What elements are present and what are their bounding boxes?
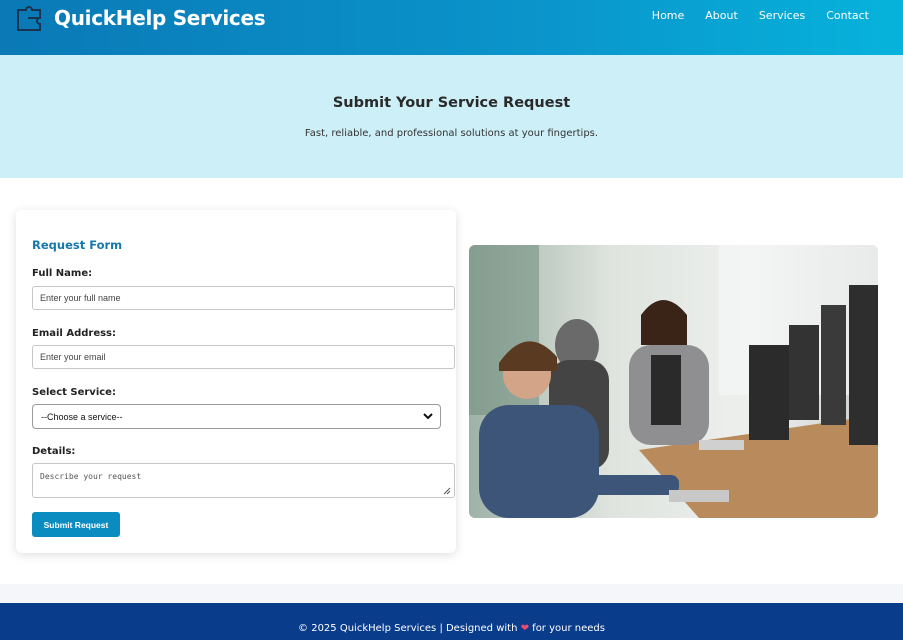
full-name-label: Full Name:	[32, 268, 93, 279]
details-label: Details:	[32, 446, 76, 457]
details-textarea[interactable]	[32, 463, 455, 498]
nav-contact[interactable]: Contact	[826, 9, 869, 22]
email-input[interactable]	[32, 345, 455, 369]
main-content: Request Form Full Name: Email Address: S…	[0, 178, 903, 584]
service-select-value: --Choose a service--	[41, 411, 123, 422]
service-select[interactable]: --Choose a service--	[32, 404, 441, 429]
puzzle-icon	[17, 6, 41, 31]
form-title: Request Form	[32, 238, 123, 252]
footer-text: © 2025 QuickHelp Services | Designed wit…	[0, 623, 903, 634]
hero-banner: Submit Your Service Request Fast, reliab…	[0, 55, 903, 178]
service-label: Select Service:	[32, 387, 116, 398]
nav-services[interactable]: Services	[759, 9, 805, 22]
brand[interactable]: QuickHelp Services	[16, 4, 266, 32]
resize-grip-icon[interactable]	[443, 487, 451, 495]
office-photo	[469, 245, 878, 518]
main-nav: Home About Services Contact	[631, 9, 869, 22]
heart-icon: ❤	[520, 623, 529, 634]
full-name-input[interactable]	[32, 286, 455, 310]
footer-copyright: © 2025 QuickHelp Services | Designed wit…	[298, 623, 518, 634]
page-title: Submit Your Service Request	[332, 95, 571, 111]
submit-request-button[interactable]: Submit Request	[32, 512, 120, 537]
nav-about[interactable]: About	[705, 9, 738, 22]
brand-name: QuickHelp Services	[54, 6, 266, 30]
email-label: Email Address:	[32, 328, 117, 339]
request-form-card: Request Form Full Name: Email Address: S…	[16, 210, 456, 553]
nav-home[interactable]: Home	[652, 9, 684, 22]
site-footer: © 2025 QuickHelp Services | Designed wit…	[0, 603, 903, 640]
hero-subtitle: Fast, reliable, and professional solutio…	[304, 128, 599, 139]
details-wrapper	[16, 463, 456, 498]
chevron-down-icon	[423, 413, 433, 420]
office-photo-illustration	[469, 245, 878, 518]
footer-tagline: for your needs	[532, 623, 605, 634]
site-header: QuickHelp Services Home About Services C…	[0, 0, 903, 55]
